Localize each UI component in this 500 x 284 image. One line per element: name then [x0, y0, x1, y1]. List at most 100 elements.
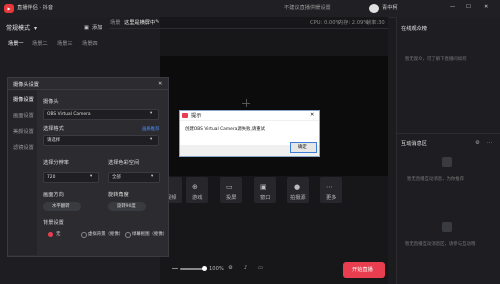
dialog-title: 摄像头设置: [13, 82, 39, 88]
interact-title: 互动消息区: [401, 141, 427, 147]
scene-tab-2[interactable]: 场景二: [32, 41, 48, 47]
user-name[interactable]: 青中柯: [382, 5, 398, 11]
chevron-down-icon: ▾: [150, 137, 153, 142]
cpu-status: CPU: 0.00%: [310, 20, 341, 26]
source-cast-button[interactable]: ▭ 投屏: [220, 177, 242, 203]
scene-title: 这里是横屏中: [124, 20, 156, 26]
tab-filter[interactable]: 滤镜设置: [13, 145, 34, 151]
bg-virtual-radio[interactable]: [81, 232, 87, 238]
resolution-select[interactable]: 720 ▾: [43, 172, 99, 183]
source-camera-button[interactable]: ● 拍摄源: [287, 177, 309, 203]
divider: [397, 133, 500, 134]
camera-settings-dialog: 摄像头设置 ✕ 摄像设置 画面设置 美颜设置 滤镜设置 摄像头 OBS Virt…: [7, 77, 169, 257]
bg-greenscreen-label[interactable]: 绿幕抠图（抠像）: [132, 232, 167, 237]
chevron-down-icon: ▾: [151, 174, 154, 179]
notice-text[interactable]: 不建议直播供暖设置: [284, 5, 331, 11]
ok-button[interactable]: 确定: [290, 142, 317, 153]
source-window-label: 窗口: [260, 195, 271, 201]
camera-select[interactable]: OBS Virtual Camera ▾: [43, 109, 159, 120]
quality-recommend-link[interactable]: 画质推荐: [142, 127, 160, 132]
folder-icon[interactable]: ▣: [84, 25, 89, 31]
scene-tab-3[interactable]: 场景三: [57, 41, 73, 47]
source-camera-label: 拍摄源: [290, 195, 306, 201]
message-icon: [442, 157, 452, 167]
settings-icon[interactable]: ⚙: [228, 265, 233, 271]
more-icon: ⋯: [326, 183, 333, 191]
camera-select-value: OBS Virtual Camera: [47, 112, 91, 117]
bg-virtual-label[interactable]: 虚拟背景（抠像）: [88, 232, 123, 237]
edit-icon[interactable]: ✎: [155, 19, 159, 25]
format-select-value: 请选择: [47, 138, 61, 143]
interact-empty-text: 暂无直播互动消息，为你推荐: [407, 177, 465, 182]
error-dialog: 提示 ✕ 创建OBS Virtual Camera源失败,请重试 确定: [179, 110, 320, 157]
tab-beauty[interactable]: 美颜设置: [13, 129, 34, 135]
color-space-select-value: 全部: [112, 175, 121, 180]
source-game-label: 游戏: [192, 195, 203, 201]
bg-none-label[interactable]: 无: [56, 232, 60, 237]
volume-icon[interactable]: [172, 268, 178, 269]
flip-label: 画面方向: [43, 192, 64, 198]
apple-icon: ●: [294, 183, 301, 191]
app-logo-icon: ▶: [4, 4, 14, 13]
interact-empty-text-2: 暂无直播互动消息区，请参与互动哦: [405, 242, 476, 247]
tab-camera[interactable]: 摄像设置: [13, 97, 34, 103]
scene-mode-select[interactable]: 常规模式: [6, 25, 30, 32]
more-icon[interactable]: ⋯: [487, 140, 492, 146]
source-more-button[interactable]: ⋯ 更多: [320, 177, 342, 203]
error-dialog-close-button[interactable]: ✕: [310, 112, 314, 118]
fps-status: 帧率:30: [366, 20, 385, 26]
color-space-select[interactable]: 全部 ▾: [108, 172, 160, 183]
resolution-label: 选择分辨率: [43, 160, 69, 166]
scene-name-prefix: 场景: [110, 20, 121, 26]
scene-tab-4[interactable]: 场景四: [82, 41, 98, 47]
color-space-label: 选择色彩空间: [108, 160, 140, 166]
source-cast-label: 投屏: [226, 195, 237, 201]
chevron-down-icon: ▾: [150, 111, 153, 116]
settings-icon[interactable]: ⚙: [475, 140, 480, 146]
format-label: 选择格式: [43, 126, 64, 132]
app-icon: [182, 113, 188, 118]
maximize-button[interactable]: ☐: [466, 4, 471, 10]
scene-mode-chevron-icon[interactable]: ▾: [34, 25, 37, 32]
error-dialog-title: 提示: [191, 113, 202, 119]
background-label: 背景设置: [43, 220, 64, 226]
right-panel: 在线观众榜 暂无观众，可了解下直播间如何 互动消息区 ⚙ ⋯ 暂无直播互动消息，…: [396, 17, 500, 284]
camera-icon[interactable]: ▭: [258, 265, 263, 271]
resolution-select-value: 720: [47, 175, 56, 180]
mic-icon[interactable]: ♪: [244, 265, 247, 271]
rotate-label: 旋转角度: [108, 192, 129, 198]
ok-button-label: 确定: [298, 145, 307, 150]
app-title: 直播伴侣 · 抖音: [17, 5, 54, 11]
add-scene-button[interactable]: 添加: [92, 25, 102, 31]
avatar[interactable]: [369, 4, 379, 13]
crosshair-line: [245, 99, 247, 107]
flip-horizontal-label: 水平翻转: [52, 204, 70, 209]
dialog-close-button[interactable]: ✕: [158, 81, 162, 87]
tab-picture[interactable]: 画面设置: [13, 113, 34, 119]
start-live-button[interactable]: 开始直播: [343, 262, 385, 278]
bg-none-radio[interactable]: [48, 232, 53, 237]
source-more-label: 更多: [326, 195, 337, 201]
flip-horizontal-button[interactable]: 水平翻转: [43, 202, 81, 211]
chevron-down-icon: ▾: [90, 174, 93, 179]
camera-label: 摄像头: [43, 99, 59, 105]
divider: [110, 28, 388, 29]
close-button[interactable]: ✕: [484, 4, 488, 10]
error-message: 创建OBS Virtual Camera源失败,请重试: [185, 127, 266, 132]
monitor-icon: ▭: [226, 183, 233, 191]
source-game-button[interactable]: ⊕ 游戏: [186, 177, 208, 203]
format-select[interactable]: 请选择 ▾: [43, 135, 159, 146]
message-icon: [442, 222, 452, 232]
rotate-90-button[interactable]: 旋转90度: [108, 202, 146, 211]
gamepad-icon: ⊕: [192, 183, 198, 191]
title-bar: ▶ 直播伴侣 · 抖音 不建议直播供暖设置 青中柯 — ☐ ✕: [0, 0, 500, 18]
source-window-button[interactable]: ▣ 窗口: [254, 177, 276, 203]
audience-title: 在线观众榜: [401, 26, 427, 32]
volume-slider-handle[interactable]: [202, 266, 207, 271]
bg-greenscreen-radio[interactable]: [125, 232, 131, 238]
scene-tab-1[interactable]: 场景一: [8, 41, 24, 47]
zoom-level: 100%: [209, 266, 224, 272]
start-live-label: 开始直播: [352, 267, 373, 273]
minimize-button[interactable]: —: [450, 4, 455, 10]
audience-empty-text: 暂无观众，可了解下直播间如何: [405, 57, 467, 62]
